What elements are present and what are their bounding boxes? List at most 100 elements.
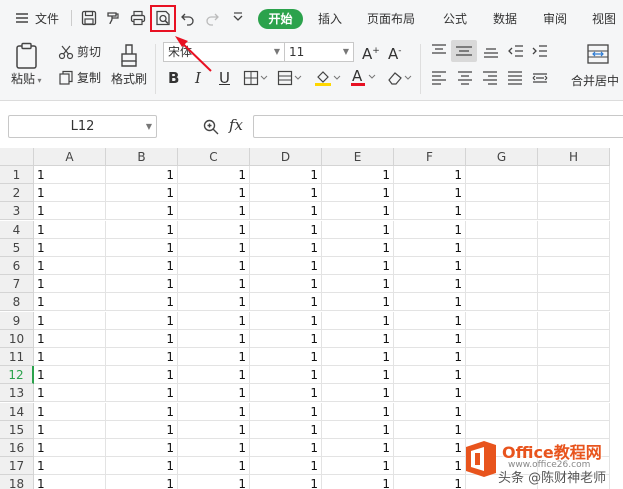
row-header-9[interactable]: 9 bbox=[0, 311, 34, 330]
align-middle-icon[interactable] bbox=[451, 40, 477, 62]
row-header-18[interactable]: 18 bbox=[0, 475, 34, 489]
cell-a11[interactable]: 1 bbox=[34, 348, 106, 366]
merge-center-button[interactable]: 合并居中 bbox=[571, 74, 619, 88]
cell-d11[interactable]: 1 bbox=[250, 348, 322, 366]
cell-b3[interactable]: 1 bbox=[106, 202, 178, 221]
cell-f11[interactable]: 1 bbox=[394, 348, 466, 366]
cell-b7[interactable]: 1 bbox=[106, 275, 178, 294]
cell-a8[interactable]: 1 bbox=[34, 293, 106, 312]
cell-b9[interactable]: 1 bbox=[106, 311, 178, 330]
cell-d4[interactable]: 1 bbox=[250, 220, 322, 239]
copy-button[interactable]: 复制 bbox=[77, 71, 101, 85]
cell-b17[interactable]: 1 bbox=[106, 457, 178, 476]
cell-a7[interactable]: 1 bbox=[34, 275, 106, 294]
cell-b18[interactable]: 1 bbox=[106, 475, 178, 489]
cell-e13[interactable]: 1 bbox=[322, 384, 394, 403]
cell-d13[interactable]: 1 bbox=[250, 384, 322, 403]
cell-h5[interactable] bbox=[538, 238, 610, 257]
paste-icon[interactable] bbox=[14, 42, 40, 70]
cell-a14[interactable]: 1 bbox=[34, 402, 106, 421]
cell-a18[interactable]: 1 bbox=[34, 475, 106, 489]
cell-h7[interactable] bbox=[538, 275, 610, 294]
font-size-select[interactable]: 11 ▼ bbox=[284, 42, 354, 62]
scissors-icon[interactable] bbox=[58, 44, 74, 60]
cell-e4[interactable]: 1 bbox=[322, 220, 394, 239]
cell-b2[interactable]: 1 bbox=[106, 184, 178, 203]
cell-e1[interactable]: 1 bbox=[322, 166, 394, 184]
cell-f7[interactable]: 1 bbox=[394, 275, 466, 294]
cell-a2[interactable]: 1 bbox=[34, 184, 106, 203]
cell-a4[interactable]: 1 bbox=[34, 220, 106, 239]
tab-home[interactable]: 开始 bbox=[258, 9, 303, 29]
cell-g5[interactable] bbox=[466, 238, 538, 257]
redo-icon[interactable] bbox=[203, 9, 221, 27]
cell-f14[interactable]: 1 bbox=[394, 402, 466, 421]
fill-color-icon[interactable] bbox=[314, 69, 342, 87]
cell-h13[interactable] bbox=[538, 384, 610, 403]
cell-e15[interactable]: 1 bbox=[322, 420, 394, 439]
cell-d16[interactable]: 1 bbox=[250, 439, 322, 457]
undo-icon[interactable] bbox=[179, 9, 197, 27]
cell-h1[interactable] bbox=[538, 166, 610, 184]
row-header-17[interactable]: 17 bbox=[0, 457, 34, 476]
row-header-13[interactable]: 13 bbox=[0, 384, 34, 403]
cell-h11[interactable] bbox=[538, 348, 610, 366]
cell-c11[interactable]: 1 bbox=[178, 348, 250, 366]
column-header-a[interactable]: A bbox=[34, 148, 106, 166]
cell-d5[interactable]: 1 bbox=[250, 238, 322, 257]
cell-b14[interactable]: 1 bbox=[106, 402, 178, 421]
row-header-3[interactable]: 3 bbox=[0, 202, 34, 221]
cell-h6[interactable] bbox=[538, 257, 610, 275]
cut-button[interactable]: 剪切 bbox=[77, 45, 101, 59]
cell-h3[interactable] bbox=[538, 202, 610, 221]
cell-b8[interactable]: 1 bbox=[106, 293, 178, 312]
file-menu[interactable]: 文件 bbox=[35, 12, 59, 26]
name-box[interactable]: L12 ▼ bbox=[8, 115, 157, 138]
cell-f6[interactable]: 1 bbox=[394, 257, 466, 275]
cell-e14[interactable]: 1 bbox=[322, 402, 394, 421]
cell-b16[interactable]: 1 bbox=[106, 439, 178, 457]
cell-d9[interactable]: 1 bbox=[250, 311, 322, 330]
cell-g11[interactable] bbox=[466, 348, 538, 366]
cell-e2[interactable]: 1 bbox=[322, 184, 394, 203]
cell-e7[interactable]: 1 bbox=[322, 275, 394, 294]
cell-f15[interactable]: 1 bbox=[394, 420, 466, 439]
copy-icon[interactable] bbox=[58, 70, 74, 86]
cell-c17[interactable]: 1 bbox=[178, 457, 250, 476]
row-header-5[interactable]: 5 bbox=[0, 238, 34, 257]
cell-a5[interactable]: 1 bbox=[34, 238, 106, 257]
cell-f1[interactable]: 1 bbox=[394, 166, 466, 184]
cell-g2[interactable] bbox=[466, 184, 538, 203]
cell-c1[interactable]: 1 bbox=[178, 166, 250, 184]
align-bottom-icon[interactable] bbox=[482, 43, 500, 59]
cell-c18[interactable]: 1 bbox=[178, 475, 250, 489]
row-header-2[interactable]: 2 bbox=[0, 184, 34, 203]
cell-f18[interactable]: 1 bbox=[394, 475, 466, 489]
cell-f8[interactable]: 1 bbox=[394, 293, 466, 312]
cell-a12[interactable]: 1 bbox=[34, 366, 106, 385]
increase-indent-icon[interactable] bbox=[531, 43, 549, 59]
cell-a10[interactable]: 1 bbox=[34, 329, 106, 348]
save-icon[interactable] bbox=[80, 9, 98, 27]
cell-d1[interactable]: 1 bbox=[250, 166, 322, 184]
align-top-icon[interactable] bbox=[430, 43, 448, 59]
select-all-corner[interactable] bbox=[0, 148, 34, 166]
cell-c4[interactable]: 1 bbox=[178, 220, 250, 239]
cell-e3[interactable]: 1 bbox=[322, 202, 394, 221]
column-header-b[interactable]: B bbox=[106, 148, 178, 166]
tab-page-layout[interactable]: 页面布局 bbox=[367, 12, 415, 26]
row-header-4[interactable]: 4 bbox=[0, 220, 34, 239]
cell-c8[interactable]: 1 bbox=[178, 293, 250, 312]
cell-c6[interactable]: 1 bbox=[178, 257, 250, 275]
row-header-12[interactable]: 12 bbox=[0, 366, 34, 385]
paste-button[interactable]: 粘贴 ▾ bbox=[11, 72, 42, 88]
row-header-6[interactable]: 6 bbox=[0, 257, 34, 275]
cell-d12[interactable]: 1 bbox=[250, 366, 322, 385]
cell-f2[interactable]: 1 bbox=[394, 184, 466, 203]
cell-c13[interactable]: 1 bbox=[178, 384, 250, 403]
format-painter-icon[interactable] bbox=[104, 9, 122, 27]
distributed-icon[interactable] bbox=[531, 70, 549, 86]
cell-a9[interactable]: 1 bbox=[34, 311, 106, 330]
italic-button[interactable]: I bbox=[195, 69, 201, 87]
cell-e18[interactable]: 1 bbox=[322, 475, 394, 489]
